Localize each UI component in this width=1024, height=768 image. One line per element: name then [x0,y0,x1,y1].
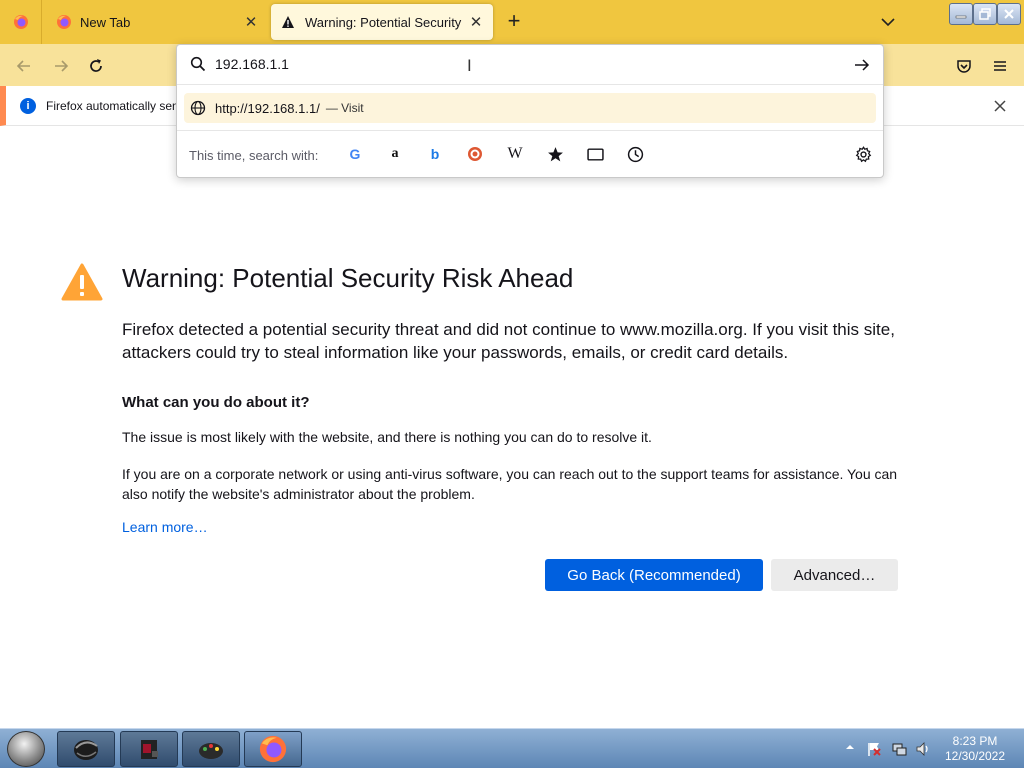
close-tab-icon[interactable]: ✕ [465,11,487,33]
network-icon[interactable] [891,741,907,757]
corporate-network-text: If you are on a corporate network or usi… [122,466,898,502]
close-icon[interactable] [992,98,1008,114]
taskbar: 8:23 PM 12/30/2022 [0,728,1024,768]
section-heading: What can you do about it? [122,394,310,411]
firefox-icon [13,15,28,29]
clock-date: 12/30/2022 [944,749,1006,763]
tab-icon [586,147,604,161]
clock-icon [627,146,643,162]
search-icon [190,56,206,72]
wikipedia-search-icon[interactable]: W [504,143,526,165]
tab-title: New Tab [80,14,131,30]
amazon-search-icon[interactable]: a [384,143,406,165]
bookmarks-star-icon[interactable] [544,143,566,165]
close-icon [1004,9,1014,19]
url-bar: Ⅰ [177,45,883,85]
go-arrow-icon[interactable] [853,56,871,74]
app-icon [74,740,98,760]
duckduckgo-icon [468,147,482,161]
app-icon [141,740,158,759]
restore-button[interactable] [973,3,997,25]
start-button[interactable] [7,731,45,767]
issue-text: The issue is most likely with the websit… [122,429,652,445]
show-hidden-icons-icon[interactable] [845,742,855,752]
tab-strip: New Tab ✕ Warning: Potential Security Ri… [0,0,1024,44]
tab-title: Warning: Potential Security Risk Ahead [305,14,465,30]
search-settings-button[interactable] [852,143,874,165]
volume-icon[interactable] [915,741,931,757]
taskbar-firefox-button[interactable] [244,731,302,767]
notification-text: Firefox automatically sen [46,98,179,113]
google-search-icon[interactable]: G [344,143,366,165]
go-back-button[interactable]: Go Back (Recommended) [545,559,763,591]
firefox-icon [259,735,287,763]
action-center-flag-icon[interactable] [866,741,882,757]
tab-firefox-view[interactable] [0,0,42,44]
minimize-icon [955,15,967,19]
globe-icon [190,100,206,116]
url-suggestion-row[interactable]: http://192.168.1.1/ — Visit [184,93,876,123]
app-menu-button[interactable] [987,53,1013,79]
warning-icon [282,16,294,28]
tab-security-warning[interactable]: Warning: Potential Security Risk Ahead ✕ [271,4,493,40]
tab-new-tab[interactable]: New Tab ✕ [42,0,268,44]
bing-search-icon[interactable]: b [424,143,446,165]
search-engine-row: This time, search with: G a b W [177,130,883,177]
error-description: Firefox detected a potential security th… [122,320,895,362]
firefox-icon [57,15,71,29]
info-icon: i [20,97,36,114]
chevron-down-icon[interactable] [878,12,898,32]
url-input[interactable] [215,56,715,72]
pocket-button[interactable] [951,53,977,79]
close-tab-icon[interactable]: ✕ [240,11,262,33]
duckduckgo-search-icon[interactable] [464,143,486,165]
app-icon [199,743,223,759]
page-title: Warning: Potential Security Risk Ahead [122,263,574,293]
warning-triangle-icon [61,263,103,301]
star-icon [547,146,563,161]
close-window-button[interactable] [997,3,1021,25]
history-search-icon[interactable] [624,143,646,165]
clock-time: 8:23 PM [952,734,998,748]
taskbar-app-button[interactable] [120,731,178,767]
system-clock[interactable]: 8:23 PM 12/30/2022 [940,734,1010,764]
back-button[interactable] [11,53,37,79]
urlbar-dropdown: Ⅰ http://192.168.1.1/ — Visit This time,… [176,44,884,178]
learn-more-link[interactable]: Learn more… [122,519,208,535]
taskbar-app-button[interactable] [57,731,115,767]
suggestion-action: — Visit [325,101,364,115]
new-tab-button[interactable]: + [502,10,526,34]
minimize-button[interactable] [949,3,973,25]
hamburger-menu-icon [994,61,1006,71]
arrow-right-icon [55,60,69,72]
taskbar-app-button[interactable] [182,731,240,767]
tabs-search-icon[interactable] [584,143,606,165]
text-cursor-icon: Ⅰ [467,56,472,75]
pocket-icon [957,60,971,73]
forward-button[interactable] [48,53,74,79]
reload-button[interactable] [83,53,109,79]
restore-icon [979,8,991,20]
window-controls [949,3,1021,25]
suggestion-url: http://192.168.1.1/ [215,100,320,116]
advanced-button[interactable]: Advanced… [771,559,898,591]
search-with-label: This time, search with: [189,148,319,163]
gear-icon [855,145,871,162]
reload-icon [90,59,102,72]
arrow-left-icon [16,60,30,72]
